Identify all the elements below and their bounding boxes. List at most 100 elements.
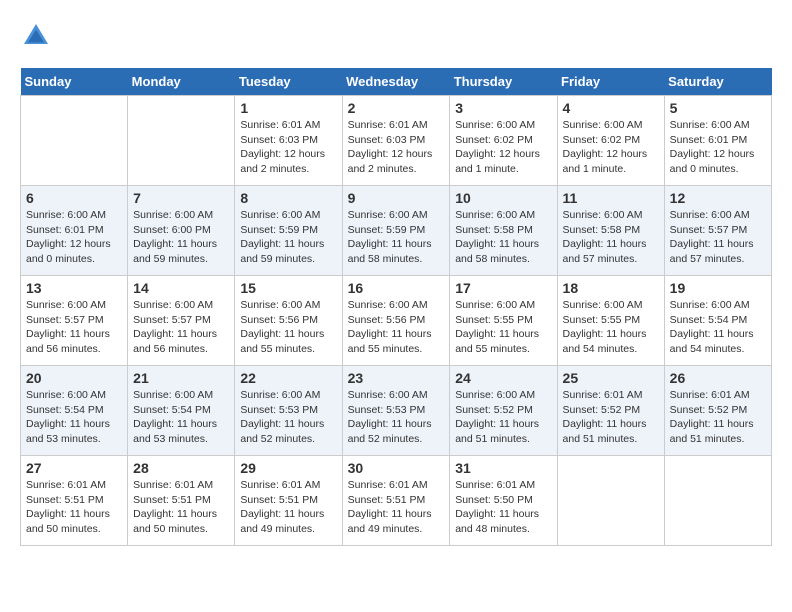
calendar-cell: 13 Sunrise: 6:00 AM Sunset: 5:57 PM Dayli… <box>21 276 128 366</box>
day-number: 13 <box>26 280 122 296</box>
week-row-3: 13 Sunrise: 6:00 AM Sunset: 5:57 PM Dayli… <box>21 276 772 366</box>
day-number: 7 <box>133 190 229 206</box>
day-number: 11 <box>563 190 659 206</box>
week-row-4: 20 Sunrise: 6:00 AM Sunset: 5:54 PM Dayli… <box>21 366 772 456</box>
day-info: Sunrise: 6:00 AM Sunset: 5:54 PM Dayligh… <box>670 298 766 357</box>
calendar-cell: 21 Sunrise: 6:00 AM Sunset: 5:54 PM Dayli… <box>128 366 235 456</box>
day-number: 4 <box>563 100 659 116</box>
calendar-cell: 10 Sunrise: 6:00 AM Sunset: 5:58 PM Dayli… <box>450 186 557 276</box>
calendar-cell: 8Sunrise: 6:00 AM Sunset: 5:59 PM Daylig… <box>235 186 342 276</box>
weekday-header-monday: Monday <box>128 68 235 96</box>
calendar-cell: 26 Sunrise: 6:01 AM Sunset: 5:52 PM Dayli… <box>664 366 771 456</box>
day-info: Sunrise: 6:00 AM Sunset: 5:54 PM Dayligh… <box>133 388 229 447</box>
day-number: 8 <box>240 190 336 206</box>
calendar-cell: 31 Sunrise: 6:01 AM Sunset: 5:50 PM Dayli… <box>450 456 557 546</box>
day-info: Sunrise: 6:01 AM Sunset: 5:52 PM Dayligh… <box>563 388 659 447</box>
day-info: Sunrise: 6:00 AM Sunset: 5:58 PM Dayligh… <box>563 208 659 267</box>
weekday-header-saturday: Saturday <box>664 68 771 96</box>
calendar-cell: 19Sunrise: 6:00 AM Sunset: 5:54 PM Dayli… <box>664 276 771 366</box>
day-info: Sunrise: 6:00 AM Sunset: 5:56 PM Dayligh… <box>348 298 445 357</box>
day-info: Sunrise: 6:00 AM Sunset: 5:56 PM Dayligh… <box>240 298 336 357</box>
calendar-cell: 17Sunrise: 6:00 AM Sunset: 5:55 PM Dayli… <box>450 276 557 366</box>
day-info: Sunrise: 6:01 AM Sunset: 5:51 PM Dayligh… <box>133 478 229 537</box>
week-row-5: 27 Sunrise: 6:01 AM Sunset: 5:51 PM Dayli… <box>21 456 772 546</box>
day-number: 29 <box>240 460 336 476</box>
day-info: Sunrise: 6:00 AM Sunset: 5:55 PM Dayligh… <box>563 298 659 357</box>
calendar-cell: 18Sunrise: 6:00 AM Sunset: 5:55 PM Dayli… <box>557 276 664 366</box>
weekday-header-thursday: Thursday <box>450 68 557 96</box>
day-info: Sunrise: 6:00 AM Sunset: 5:57 PM Dayligh… <box>26 298 122 357</box>
day-number: 2 <box>348 100 445 116</box>
day-info: Sunrise: 6:00 AM Sunset: 5:53 PM Dayligh… <box>348 388 445 447</box>
calendar-cell: 1Sunrise: 6:01 AM Sunset: 6:03 PM Daylig… <box>235 96 342 186</box>
day-info: Sunrise: 6:00 AM Sunset: 5:57 PM Dayligh… <box>133 298 229 357</box>
calendar-cell: 9 Sunrise: 6:00 AM Sunset: 5:59 PM Daylig… <box>342 186 450 276</box>
day-number: 25 <box>563 370 659 386</box>
calendar-cell <box>21 96 128 186</box>
day-info: Sunrise: 6:00 AM Sunset: 6:01 PM Dayligh… <box>26 208 122 267</box>
calendar-cell <box>557 456 664 546</box>
day-info: Sunrise: 6:01 AM Sunset: 5:51 PM Dayligh… <box>348 478 445 537</box>
day-number: 20 <box>26 370 122 386</box>
day-number: 16 <box>348 280 445 296</box>
day-info: Sunrise: 6:00 AM Sunset: 5:59 PM Dayligh… <box>348 208 445 267</box>
week-row-2: 6 Sunrise: 6:00 AM Sunset: 6:01 PM Daylig… <box>21 186 772 276</box>
day-number: 6 <box>26 190 122 206</box>
day-number: 31 <box>455 460 551 476</box>
day-number: 26 <box>670 370 766 386</box>
weekday-header-wednesday: Wednesday <box>342 68 450 96</box>
day-number: 27 <box>26 460 122 476</box>
day-info: Sunrise: 6:00 AM Sunset: 5:54 PM Dayligh… <box>26 388 122 447</box>
calendar-cell: 14 Sunrise: 6:00 AM Sunset: 5:57 PM Dayli… <box>128 276 235 366</box>
day-info: Sunrise: 6:00 AM Sunset: 5:53 PM Dayligh… <box>240 388 336 447</box>
day-number: 14 <box>133 280 229 296</box>
day-number: 17 <box>455 280 551 296</box>
day-info: Sunrise: 6:00 AM Sunset: 6:00 PM Dayligh… <box>133 208 229 267</box>
day-number: 23 <box>348 370 445 386</box>
day-info: Sunrise: 6:01 AM Sunset: 5:52 PM Dayligh… <box>670 388 766 447</box>
calendar-cell: 5Sunrise: 6:00 AM Sunset: 6:01 PM Daylig… <box>664 96 771 186</box>
calendar-cell: 7 Sunrise: 6:00 AM Sunset: 6:00 PM Daylig… <box>128 186 235 276</box>
calendar-cell: 3 Sunrise: 6:00 AM Sunset: 6:02 PM Daylig… <box>450 96 557 186</box>
day-info: Sunrise: 6:01 AM Sunset: 5:51 PM Dayligh… <box>240 478 336 537</box>
day-number: 9 <box>348 190 445 206</box>
day-number: 10 <box>455 190 551 206</box>
day-number: 24 <box>455 370 551 386</box>
day-number: 21 <box>133 370 229 386</box>
day-info: Sunrise: 6:00 AM Sunset: 6:01 PM Dayligh… <box>670 118 766 177</box>
calendar-cell: 15Sunrise: 6:00 AM Sunset: 5:56 PM Dayli… <box>235 276 342 366</box>
day-info: Sunrise: 6:01 AM Sunset: 6:03 PM Dayligh… <box>348 118 445 177</box>
logo <box>20 20 56 52</box>
calendar-cell: 25 Sunrise: 6:01 AM Sunset: 5:52 PM Dayli… <box>557 366 664 456</box>
calendar-cell: 16 Sunrise: 6:00 AM Sunset: 5:56 PM Dayli… <box>342 276 450 366</box>
weekday-header-sunday: Sunday <box>21 68 128 96</box>
calendar-cell: 27 Sunrise: 6:01 AM Sunset: 5:51 PM Dayli… <box>21 456 128 546</box>
calendar-cell: 28 Sunrise: 6:01 AM Sunset: 5:51 PM Dayli… <box>128 456 235 546</box>
week-row-1: 1Sunrise: 6:01 AM Sunset: 6:03 PM Daylig… <box>21 96 772 186</box>
day-number: 3 <box>455 100 551 116</box>
day-info: Sunrise: 6:00 AM Sunset: 5:52 PM Dayligh… <box>455 388 551 447</box>
calendar-cell: 20 Sunrise: 6:00 AM Sunset: 5:54 PM Dayli… <box>21 366 128 456</box>
weekday-header-row: SundayMondayTuesdayWednesdayThursdayFrid… <box>21 68 772 96</box>
calendar-cell: 4 Sunrise: 6:00 AM Sunset: 6:02 PM Daylig… <box>557 96 664 186</box>
day-info: Sunrise: 6:01 AM Sunset: 5:51 PM Dayligh… <box>26 478 122 537</box>
day-info: Sunrise: 6:00 AM Sunset: 5:57 PM Dayligh… <box>670 208 766 267</box>
calendar-table: SundayMondayTuesdayWednesdayThursdayFrid… <box>20 68 772 546</box>
page-header <box>20 20 772 52</box>
day-info: Sunrise: 6:00 AM Sunset: 5:58 PM Dayligh… <box>455 208 551 267</box>
day-info: Sunrise: 6:00 AM Sunset: 6:02 PM Dayligh… <box>455 118 551 177</box>
day-info: Sunrise: 6:01 AM Sunset: 5:50 PM Dayligh… <box>455 478 551 537</box>
day-number: 28 <box>133 460 229 476</box>
calendar-cell: 23 Sunrise: 6:00 AM Sunset: 5:53 PM Dayli… <box>342 366 450 456</box>
calendar-cell: 11 Sunrise: 6:00 AM Sunset: 5:58 PM Dayli… <box>557 186 664 276</box>
day-number: 12 <box>670 190 766 206</box>
calendar-cell: 24 Sunrise: 6:00 AM Sunset: 5:52 PM Dayli… <box>450 366 557 456</box>
calendar-cell <box>128 96 235 186</box>
calendar-cell: 6 Sunrise: 6:00 AM Sunset: 6:01 PM Daylig… <box>21 186 128 276</box>
weekday-header-friday: Friday <box>557 68 664 96</box>
calendar-cell <box>664 456 771 546</box>
calendar-cell: 22 Sunrise: 6:00 AM Sunset: 5:53 PM Dayli… <box>235 366 342 456</box>
day-number: 22 <box>240 370 336 386</box>
day-info: Sunrise: 6:00 AM Sunset: 6:02 PM Dayligh… <box>563 118 659 177</box>
calendar-cell: 2 Sunrise: 6:01 AM Sunset: 6:03 PM Daylig… <box>342 96 450 186</box>
